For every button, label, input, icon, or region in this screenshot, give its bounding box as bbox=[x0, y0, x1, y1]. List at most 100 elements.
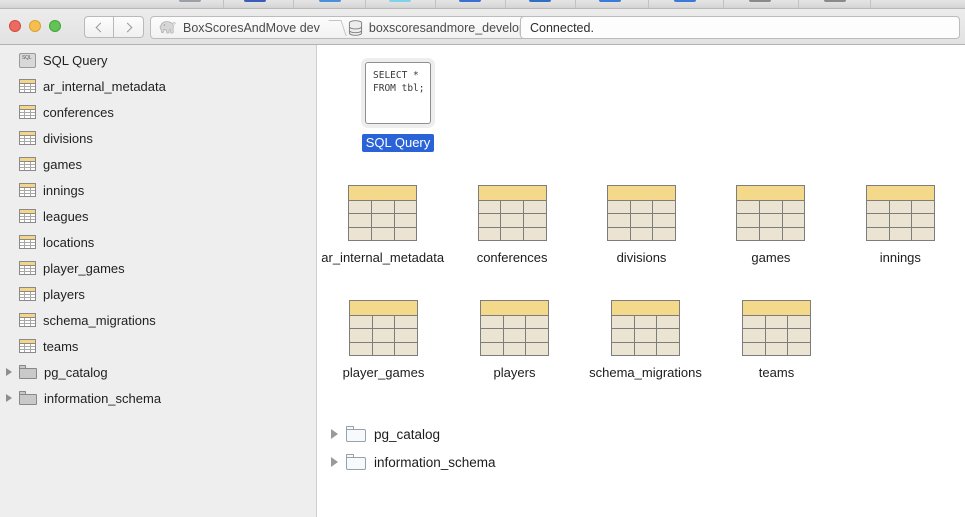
sidebar-item-games[interactable]: games bbox=[0, 151, 316, 177]
sidebar-item-innings[interactable]: innings bbox=[0, 177, 316, 203]
toolbar-button-1[interactable] bbox=[239, 0, 271, 8]
table-tile-player-games[interactable]: player_games bbox=[318, 300, 449, 380]
sidebar-item-teams[interactable]: teams bbox=[0, 333, 316, 359]
table-tile-players[interactable]: players bbox=[449, 300, 580, 380]
table-icon bbox=[736, 185, 806, 241]
table-tile-label: schema_migrations bbox=[589, 365, 702, 380]
chevron-left-icon bbox=[95, 22, 105, 32]
sidebar-item-label: innings bbox=[43, 182, 85, 198]
toolbar-separator bbox=[870, 0, 871, 8]
toolbar-button-label bbox=[454, 2, 486, 8]
sidebar[interactable]: SQL SQL Query ar_internal_metadata conferen… bbox=[0, 45, 317, 517]
toolbar-separator bbox=[505, 0, 506, 8]
toolbar-button-8[interactable] bbox=[744, 0, 776, 8]
table-tile-label: teams bbox=[758, 365, 795, 380]
table-icon bbox=[477, 185, 547, 241]
table-tile-ar-internal-metadata[interactable]: ar_internal_metadata bbox=[318, 185, 447, 265]
toolbar-button-6[interactable] bbox=[594, 0, 626, 8]
schema-row-pg-catalog[interactable]: pg_catalog bbox=[331, 423, 440, 445]
disclosure-triangle-icon[interactable] bbox=[331, 457, 338, 467]
breadcrumb-connection-label: BoxScoresAndMove dev bbox=[183, 20, 320, 35]
sidebar-item-players[interactable]: players bbox=[0, 281, 316, 307]
folder-icon bbox=[346, 454, 366, 470]
tables-grid-row-2: player_games players schema_migrations team… bbox=[318, 300, 965, 380]
toolbar-button-label bbox=[819, 2, 851, 8]
toolbar-button-4[interactable] bbox=[454, 0, 486, 8]
table-icon bbox=[19, 339, 36, 353]
toolbar-button-7[interactable] bbox=[669, 0, 701, 8]
toolbar-button-9[interactable] bbox=[819, 0, 851, 8]
sidebar-item-divisions[interactable]: divisions bbox=[0, 125, 316, 151]
disclosure-triangle-icon[interactable] bbox=[6, 368, 12, 376]
sidebar-item-locations[interactable]: locations bbox=[0, 229, 316, 255]
back-button[interactable] bbox=[84, 16, 114, 38]
toolbar-button-label bbox=[744, 2, 776, 8]
table-tile-label: ar_internal_metadata bbox=[321, 250, 445, 265]
sidebar-item-ar-internal-metadata[interactable]: ar_internal_metadata bbox=[0, 73, 316, 99]
sidebar-item-player-games[interactable]: player_games bbox=[0, 255, 316, 281]
sidebar-item-label: locations bbox=[43, 234, 95, 250]
query-item-sql-query[interactable]: SELECT * FROM tbl; SQL Query bbox=[350, 62, 446, 152]
schema-row-information-schema[interactable]: information_schema bbox=[331, 451, 496, 473]
toolbar-button-5[interactable] bbox=[524, 0, 556, 8]
table-icon bbox=[865, 185, 935, 241]
tables-grid-row-1: ar_internal_metadata conferences divisions… bbox=[318, 185, 965, 265]
sidebar-item-leagues[interactable]: leagues bbox=[0, 203, 316, 229]
table-icon bbox=[349, 300, 418, 356]
toolbar-button-0[interactable] bbox=[174, 0, 206, 8]
table-tile-games[interactable]: games bbox=[706, 185, 835, 265]
sidebar-item-label: games bbox=[43, 156, 83, 172]
schema-label: pg_catalog bbox=[374, 426, 441, 442]
table-tile-conferences[interactable]: conferences bbox=[447, 185, 576, 265]
query-item-label: SQL Query bbox=[361, 134, 435, 152]
table-icon bbox=[19, 313, 36, 327]
sidebar-item-pg-catalog[interactable]: pg_catalog bbox=[0, 359, 316, 385]
toolbar-separator bbox=[722, 0, 724, 8]
table-tile-innings[interactable]: innings bbox=[836, 185, 965, 265]
folder-icon bbox=[19, 391, 37, 405]
toolbar-button-label bbox=[314, 2, 346, 8]
table-tile-teams[interactable]: teams bbox=[711, 300, 842, 380]
query-preview: SELECT * FROM tbl; bbox=[365, 62, 431, 124]
folder-icon bbox=[19, 365, 37, 379]
toolbar-button-label bbox=[239, 2, 271, 8]
table-tile-schema-migrations[interactable]: schema_migrations bbox=[580, 300, 711, 380]
toolbar-separator bbox=[575, 0, 576, 8]
clipped-top-toolbar bbox=[0, 0, 965, 9]
sidebar-item-label: divisions bbox=[43, 130, 93, 146]
zoom-button[interactable] bbox=[49, 20, 61, 32]
folder-icon bbox=[346, 426, 366, 442]
toolbar-separator bbox=[797, 0, 799, 8]
toolbar-button-3[interactable] bbox=[384, 0, 416, 8]
sidebar-item-label: pg_catalog bbox=[44, 364, 108, 380]
database-icon bbox=[348, 19, 362, 36]
forward-button[interactable] bbox=[114, 16, 144, 38]
navigation-buttons bbox=[84, 16, 144, 38]
sidebar-item-label: leagues bbox=[43, 208, 89, 224]
close-button[interactable] bbox=[9, 20, 21, 32]
sidebar-item-label: player_games bbox=[43, 260, 125, 276]
breadcrumb-item-connection[interactable]: BoxScoresAndMove dev bbox=[151, 17, 329, 38]
sidebar-item-label: conferences bbox=[43, 104, 114, 120]
sidebar-item-conferences[interactable]: conferences bbox=[0, 99, 316, 125]
sidebar-item-label: SQL Query bbox=[43, 52, 108, 68]
toolbar-button-label bbox=[174, 2, 206, 8]
toolbar-button-label bbox=[524, 2, 556, 8]
sidebar-item-SQL Query[interactable]: SQL SQL Query bbox=[0, 47, 316, 73]
disclosure-triangle-icon[interactable] bbox=[6, 394, 12, 402]
sidebar-item-schema-migrations[interactable]: schema_migrations bbox=[0, 307, 316, 333]
table-tile-label: divisions bbox=[616, 250, 667, 265]
table-icon bbox=[19, 157, 36, 171]
disclosure-triangle-icon[interactable] bbox=[331, 429, 338, 439]
chevron-right-icon bbox=[122, 22, 133, 32]
sidebar-item-label: teams bbox=[43, 338, 79, 354]
minimize-button[interactable] bbox=[29, 20, 41, 32]
table-icon bbox=[607, 185, 677, 241]
toolbar-separator bbox=[647, 0, 649, 8]
table-icon bbox=[19, 105, 36, 119]
table-icon bbox=[19, 261, 36, 275]
toolbar-button-label bbox=[669, 2, 701, 8]
sidebar-item-information-schema[interactable]: information_schema bbox=[0, 385, 316, 411]
table-tile-divisions[interactable]: divisions bbox=[577, 185, 706, 265]
toolbar-button-2[interactable] bbox=[314, 0, 346, 8]
